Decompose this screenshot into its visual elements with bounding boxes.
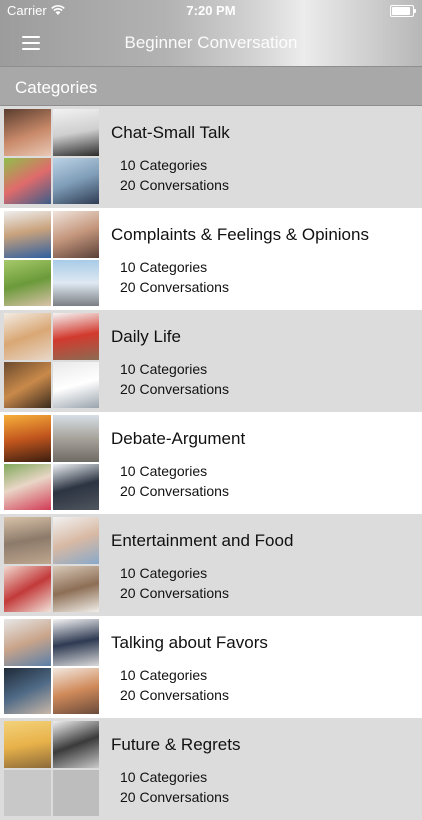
category-thumbnail (4, 313, 99, 408)
row-categories-count: 10 Categories (120, 463, 208, 479)
row-conversations-count: 20 Conversations (120, 483, 229, 499)
row-title: Daily Life (111, 327, 181, 346)
battery-icon (390, 5, 416, 17)
category-row-chat-small-talk[interactable]: Chat-Small Talk 10 Categories 20 Convers… (0, 106, 422, 208)
row-title: Entertainment and Food (111, 531, 294, 550)
category-row-future-regrets[interactable]: Future & Regrets 10 Categories 20 Conver… (0, 718, 422, 820)
row-title: Future & Regrets (111, 735, 241, 754)
status-bar: Carrier 7:20 PM (0, 0, 422, 22)
category-thumbnail (4, 517, 99, 612)
app-header: Carrier 7:20 PM Beginner Conversation (0, 0, 422, 66)
row-conversations-count: 20 Conversations (120, 789, 229, 805)
page-title: Beginner Conversation (124, 33, 298, 52)
row-categories-count: 10 Categories (120, 565, 208, 581)
row-conversations-count: 20 Conversations (120, 381, 229, 397)
row-categories-count: 10 Categories (120, 667, 208, 683)
category-thumbnail (4, 415, 99, 510)
nav-bar: Beginner Conversation (0, 22, 422, 66)
clock: 7:20 PM (186, 3, 236, 18)
row-conversations-count: 20 Conversations (120, 177, 229, 193)
category-row-debate-argument[interactable]: Debate-Argument 10 Categories 20 Convers… (0, 412, 422, 514)
category-row-entertainment-and-food[interactable]: Entertainment and Food 10 Categories 20 … (0, 514, 422, 616)
category-row-complaints-feelings-opinions[interactable]: Complaints & Feelings & Opinions 10 Cate… (0, 208, 422, 310)
row-conversations-count: 20 Conversations (120, 687, 229, 703)
row-categories-count: 10 Categories (120, 769, 208, 785)
row-title: Talking about Favors (111, 633, 268, 652)
row-categories-count: 10 Categories (120, 361, 208, 377)
category-thumbnail (4, 109, 99, 204)
row-title: Debate-Argument (111, 429, 246, 448)
category-row-talking-about-favors[interactable]: Talking about Favors 10 Categories 20 Co… (0, 616, 422, 718)
section-header: Categories (0, 66, 422, 106)
row-title: Chat-Small Talk (111, 123, 230, 142)
row-conversations-count: 20 Conversations (120, 279, 229, 295)
category-thumbnail (4, 619, 99, 714)
category-thumbnail (4, 721, 99, 816)
row-categories-count: 10 Categories (120, 157, 208, 173)
row-conversations-count: 20 Conversations (120, 585, 229, 601)
row-categories-count: 10 Categories (120, 259, 208, 275)
row-title: Complaints & Feelings & Opinions (111, 225, 369, 244)
category-row-daily-life[interactable]: Daily Life 10 Categories 20 Conversation… (0, 310, 422, 412)
category-thumbnail (4, 211, 99, 306)
section-title: Categories (15, 78, 98, 97)
